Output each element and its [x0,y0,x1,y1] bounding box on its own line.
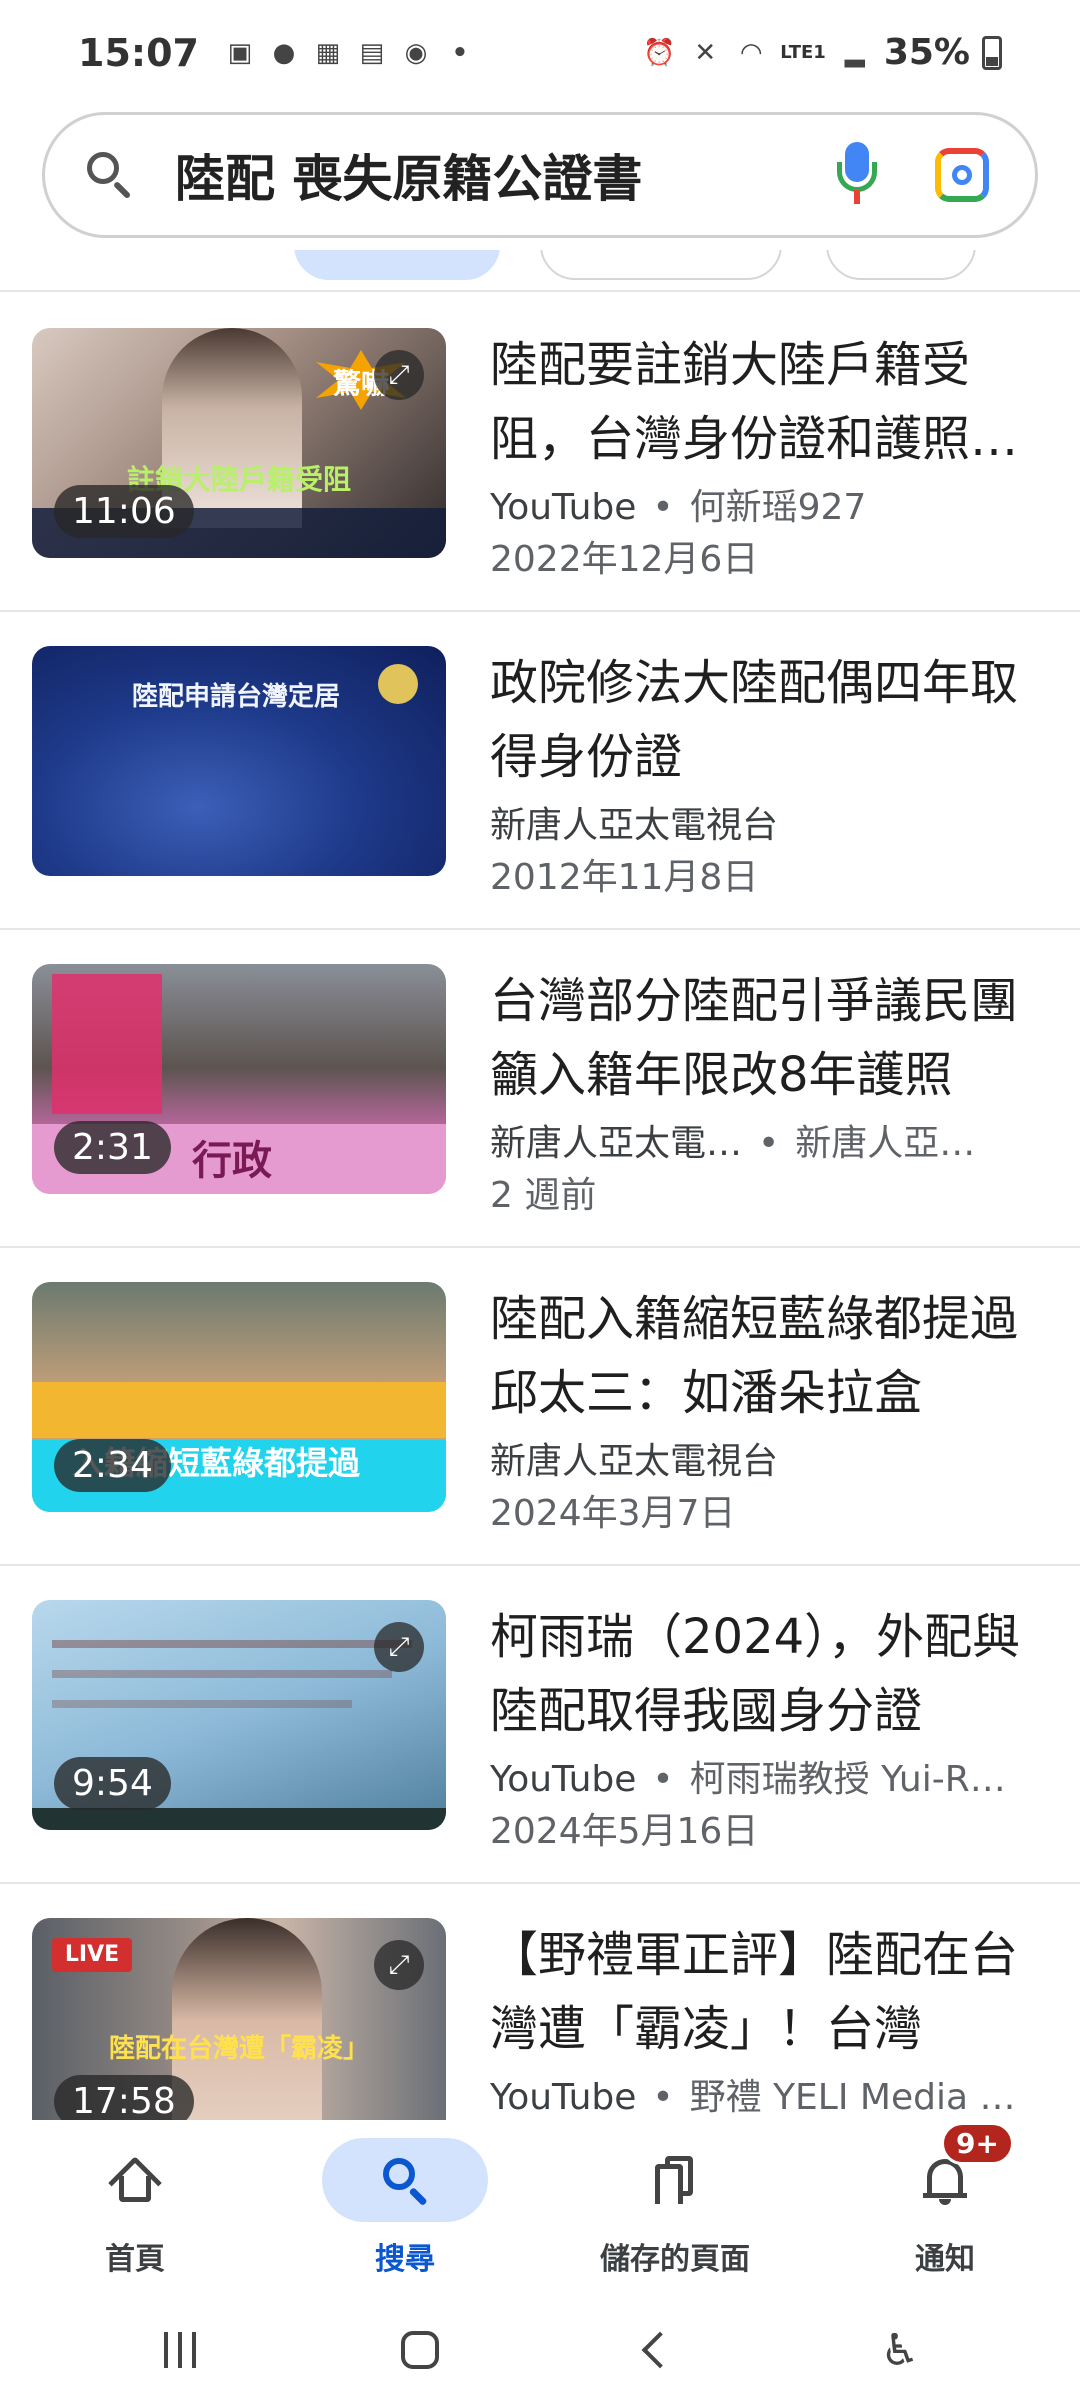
result-title[interactable]: 陸配要註銷大陸戶籍受阻，台灣身份證和護照恐被收回 [490,328,1048,476]
thumbnail-caption: 陸配在台灣遭「霸凌」 [108,2034,369,2064]
nav-item-notifications[interactable]: 9+ 通知 [810,2120,1080,2300]
video-thumbnail[interactable]: 驚嚇 註銷大陸戶籍受阻 11:06 ⤢ [32,328,446,558]
network-label: LTE1 [780,42,826,63]
nav-label: 首頁 [105,2242,165,2277]
result-title[interactable]: 陸配入籍縮短藍綠都提過邱太三：如潘朵拉盒 [490,1282,1048,1430]
back-button[interactable] [620,2320,700,2380]
result-date: 2 週前 [490,1175,597,1216]
result-date: 2024年3月7日 [490,1493,736,1534]
video-thumbnail[interactable]: 9:54 ⤢ [32,1600,446,1830]
app-icon: ▦ [315,37,341,68]
battery-icon [982,35,1002,70]
filter-chips[interactable] [0,250,1080,292]
result-title[interactable]: 【野禮軍正評】陸配在台灣遭「霸凌」！台灣 [490,1918,1048,2066]
status-bar: 15:07 ▣ ● ▦ ▤ ◉ • ⏰ ✕ ◠ LTE1 ▂ 35% [0,0,1080,105]
bottom-navigation: 首頁 搜尋 儲存的頁面 9+ 通知 [0,2120,1080,2300]
result-item[interactable]: 驚嚇 註銷大陸戶籍受阻 11:06 ⤢ 陸配要註銷大陸戶籍受阻，台灣身份證和護照… [0,294,1080,612]
video-duration: 2:31 [54,1121,171,1174]
result-channel: 野禮 YELI Media … [689,2077,1016,2118]
shopping-bag-icon: ▣ [227,37,253,68]
battery-percent: 35% [883,32,970,73]
notification-badge: 9+ [941,2122,1014,2165]
result-date: 2012年11月8日 [490,857,759,898]
alarm-icon: ⏰ [643,37,676,68]
bookmark-icon [655,2156,695,2204]
filter-chip[interactable] [826,250,976,280]
nav-label: 儲存的頁面 [600,2242,750,2277]
search-icon[interactable] [85,150,135,200]
result-title[interactable]: 政院修法大陸配偶四年取得身份證 [490,646,1048,794]
video-thumbnail[interactable]: 入籍縮短藍綠都提過 2:34 [32,1282,446,1512]
video-thumbnail[interactable]: 行政 2:31 [32,964,446,1194]
result-source: YouTube [490,2077,637,2118]
video-duration: 2:34 [54,1439,171,1492]
nav-label: 搜尋 [375,2242,435,2277]
nav-item-search[interactable]: 搜尋 [270,2120,540,2300]
result-source: YouTube [490,1759,637,1800]
expand-icon[interactable]: ⤢ [374,1622,424,1672]
result-date: 2022年12月6日 [490,539,759,580]
search-bar[interactable]: 陸配 喪失原籍公證書 [42,112,1038,238]
video-duration: 17:58 [54,2075,194,2120]
line-app-icon: ◉ [404,37,428,68]
expand-icon[interactable]: ⤢ [374,350,424,400]
separator-dot: • [652,1759,674,1800]
live-badge: LIVE [52,1938,132,1972]
result-source: YouTube [490,487,637,528]
separator-dot: • [758,1123,780,1164]
wifi-icon: ◠ [741,37,762,68]
video-duration: 11:06 [54,485,194,538]
separator-dot: • [652,487,674,528]
result-channel: 新唐人亞… [795,1123,976,1164]
more-dot-icon: • [451,37,469,68]
recents-button[interactable] [140,2320,220,2380]
system-navigation: ♿ [0,2300,1080,2400]
result-item[interactable]: 行政 2:31 台灣部分陸配引爭議民團籲入籍年限改8年護照 新唐人亞太電… • 新唐… [0,930,1080,1248]
home-icon [108,2156,162,2210]
result-title[interactable]: 台灣部分陸配引爭議民團籲入籍年限改8年護照 [490,964,1048,1112]
nav-item-home[interactable]: 首頁 [0,2120,270,2300]
video-duration: 9:54 [54,1757,171,1810]
filter-chip-active[interactable] [294,250,500,280]
result-channel: 何新瑶927 [689,487,867,528]
home-button[interactable] [380,2320,460,2380]
microphone-icon[interactable] [835,142,879,208]
result-source: 新唐人亞太電視台 [490,805,779,846]
result-date: 2024年5月16日 [490,1811,759,1852]
mute-icon: ✕ [694,37,717,68]
result-item[interactable]: LIVE 陸配在台灣遭「霸凌」 17:58 ⤢ 【野禮軍正評】陸配在台灣遭「霸凌… [0,1884,1080,2120]
nav-item-saved[interactable]: 儲存的頁面 [540,2120,810,2300]
expand-icon[interactable]: ⤢ [374,1940,424,1990]
status-time: 15:07 [78,30,199,75]
result-source: 新唐人亞太電… [490,1123,743,1164]
result-channel: 柯雨瑞教授 Yui-R… [689,1759,1006,1800]
result-item[interactable]: 入籍縮短藍綠都提過 2:34 陸配入籍縮短藍綠都提過邱太三：如潘朵拉盒 新唐人亞… [0,1248,1080,1566]
nav-label: 通知 [915,2242,975,2277]
google-lens-icon[interactable] [935,148,989,202]
thumbnail-caption: 行政 [192,1138,272,1184]
filter-chip[interactable] [540,250,782,280]
result-item[interactable]: 陸配申請台灣定居 政院修法大陸配偶四年取得身份證 新唐人亞太電視台 2012年1… [0,612,1080,930]
search-icon [381,2156,429,2207]
result-item[interactable]: 9:54 ⤢ 柯雨瑞（2024），外配與陸配取得我國身分證 YouTube • 柯雨… [0,1566,1080,1884]
chat-bubble-icon: ● [272,37,296,68]
result-title[interactable]: 柯雨瑞（2024），外配與陸配取得我國身分證 [490,1600,1048,1748]
separator-dot: • [652,2077,674,2118]
result-source: 新唐人亞太電視台 [490,1441,779,1482]
search-input[interactable]: 陸配 喪失原籍公證書 [175,139,835,211]
video-thumbnail[interactable]: LIVE 陸配在台灣遭「霸凌」 17:58 ⤢ [32,1918,446,2120]
results-list: 驚嚇 註銷大陸戶籍受阻 11:06 ⤢ 陸配要註銷大陸戶籍受阻，台灣身份證和護照… [0,294,1080,2120]
calendar-icon: ▤ [359,37,385,68]
video-thumbnail[interactable]: 陸配申請台灣定居 [32,646,446,876]
accessibility-icon[interactable]: ♿ [860,2320,940,2380]
signal-icon: ▂ [844,37,865,68]
